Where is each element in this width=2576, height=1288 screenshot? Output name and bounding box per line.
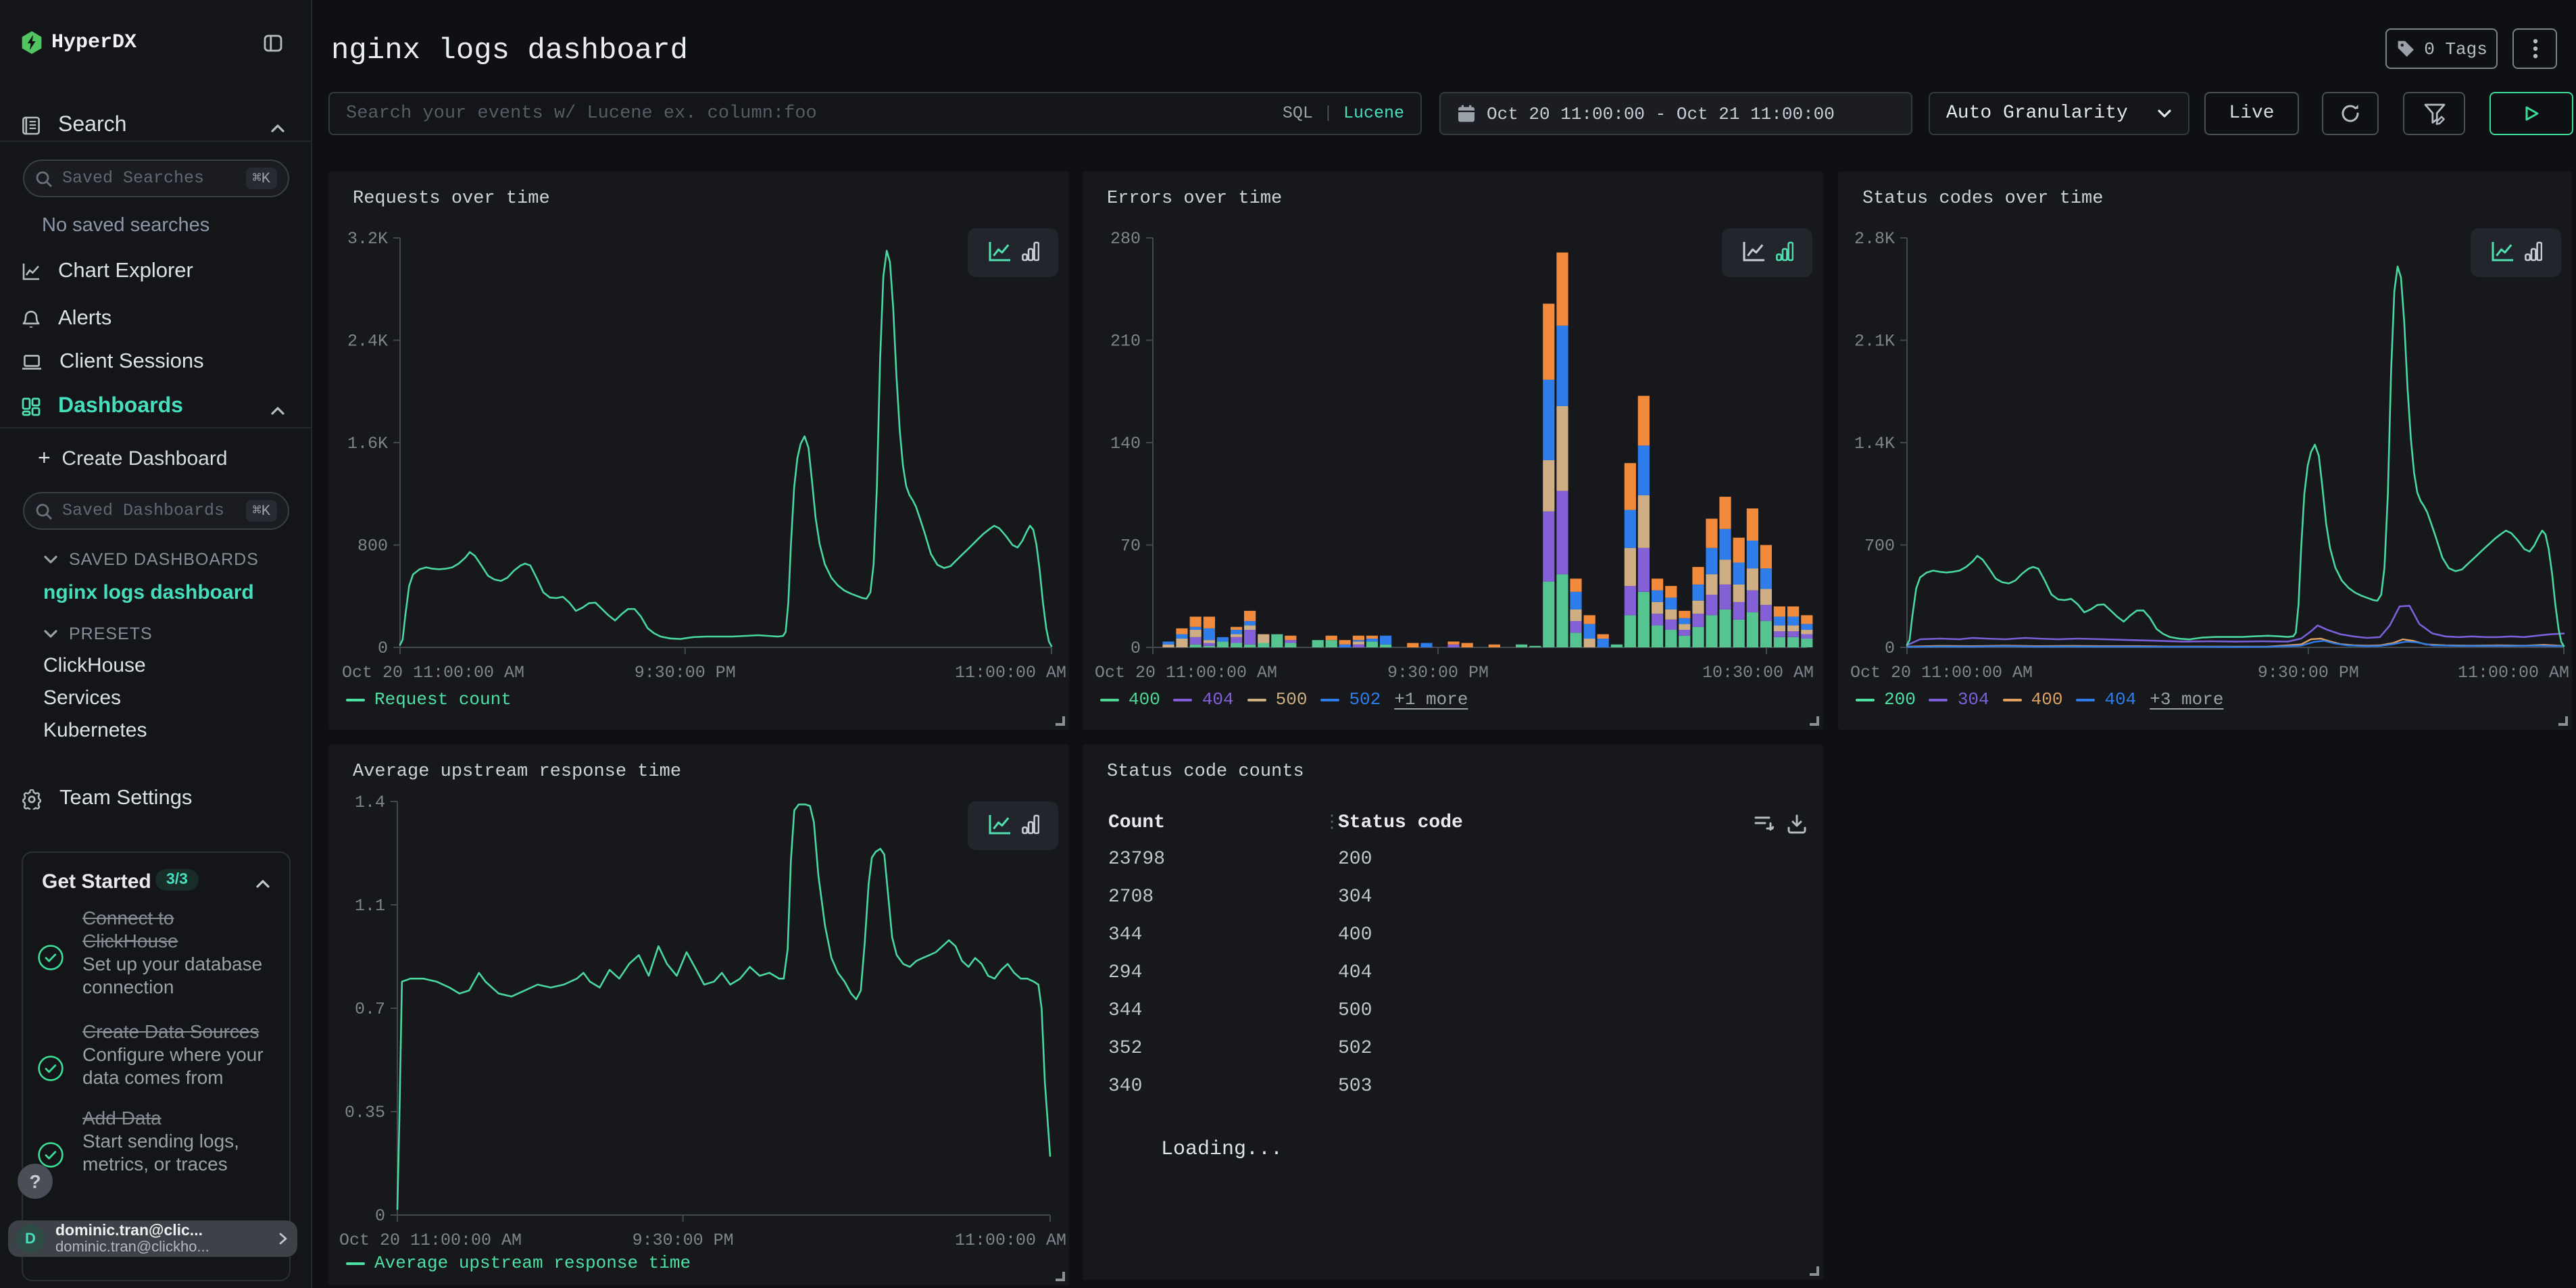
svg-text:Oct 20 11:00:00 AM: Oct 20 11:00:00 AM — [1095, 663, 1277, 683]
svg-text:800: 800 — [357, 537, 388, 556]
svg-text:0: 0 — [1131, 639, 1141, 658]
svg-text:11:00:00 AM: 11:00:00 AM — [955, 1231, 1066, 1250]
svg-text:3.2K: 3.2K — [347, 229, 388, 249]
svg-text:2.8K: 2.8K — [1854, 229, 1895, 249]
svg-text:Oct 20 11:00:00 AM: Oct 20 11:00:00 AM — [342, 663, 524, 683]
svg-text:70: 70 — [1120, 537, 1141, 556]
svg-text:1.4: 1.4 — [355, 793, 385, 812]
svg-text:Oct 20 11:00:00 AM: Oct 20 11:00:00 AM — [339, 1231, 522, 1250]
svg-text:9:30:00 PM: 9:30:00 PM — [635, 663, 736, 683]
svg-text:9:30:00 PM: 9:30:00 PM — [2258, 663, 2359, 683]
svg-text:0.35: 0.35 — [345, 1103, 385, 1122]
svg-text:11:00:00 AM: 11:00:00 AM — [2458, 663, 2569, 683]
svg-text:0.7: 0.7 — [355, 999, 385, 1019]
svg-text:140: 140 — [1110, 434, 1141, 453]
svg-text:11:00:00 AM: 11:00:00 AM — [955, 663, 1066, 683]
svg-text:9:30:00 PM: 9:30:00 PM — [1387, 663, 1489, 683]
svg-text:1.6K: 1.6K — [347, 434, 388, 453]
svg-text:210: 210 — [1110, 332, 1141, 351]
svg-text:9:30:00 PM: 9:30:00 PM — [633, 1231, 734, 1250]
svg-text:280: 280 — [1110, 229, 1141, 249]
svg-text:0: 0 — [1885, 639, 1895, 658]
svg-text:2.4K: 2.4K — [347, 332, 388, 351]
svg-text:700: 700 — [1864, 537, 1895, 556]
svg-text:1.1: 1.1 — [355, 896, 385, 916]
svg-text:2.1K: 2.1K — [1854, 332, 1895, 351]
svg-text:0: 0 — [378, 639, 388, 658]
svg-text:1.4K: 1.4K — [1854, 434, 1895, 453]
svg-text:0: 0 — [375, 1206, 385, 1226]
svg-text:Oct 20 11:00:00 AM: Oct 20 11:00:00 AM — [1850, 663, 2033, 683]
svg-text:10:30:00 AM: 10:30:00 AM — [1702, 663, 1814, 683]
